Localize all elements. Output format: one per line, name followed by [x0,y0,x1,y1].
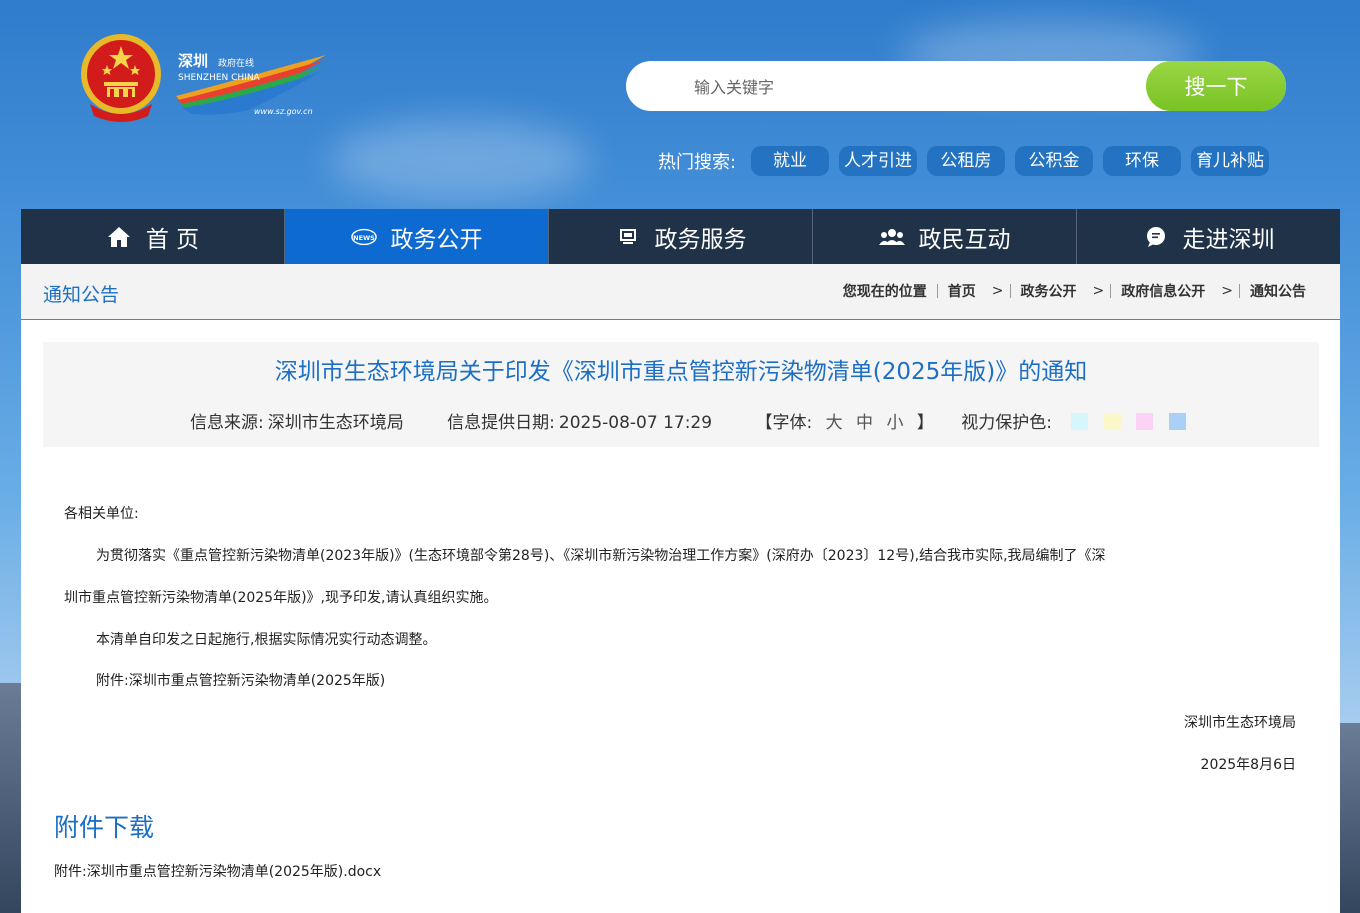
breadcrumb-link-notices[interactable]: 通知公告 [1250,281,1306,301]
sign-date: 2025年8月6日 [1200,757,1296,773]
date-value: 2025-08-07 17:29 [558,413,713,433]
attachment-item: 附件:深圳市重点管控新污染物清单(2025年版).docx [54,861,381,881]
nav-item-home[interactable]: 首 页 [21,209,285,264]
font-size-small[interactable]: 小 [886,413,903,433]
search-input[interactable] [692,61,1136,113]
search-button[interactable]: 搜一下 [1146,61,1286,111]
hot-tag-gongjijin[interactable]: 公积金 [1015,146,1093,176]
attachment-download-link[interactable]: 深圳市重点管控新污染物清单(2025年版).docx [87,864,381,880]
eye-care-label: 视力保护色: [961,413,1052,433]
home-icon [106,224,132,250]
chat-icon [1143,224,1169,250]
cloud-decor [330,120,590,200]
source-value: 深圳市生态环境局 [267,413,404,433]
font-size-label: 【字体: [755,413,813,433]
section-title: 通知公告 [43,284,120,306]
article-meta: 信息来源: 深圳市生态环境局 信息提供日期: 2025-08-07 17:29 【字… [190,408,1186,433]
nav-item-services[interactable]: 政务服务 [549,209,813,264]
nav-item-shenzhen[interactable]: 走进深圳 [1077,209,1340,264]
attachment-prefix: 附件: [54,864,87,880]
eye-color-blue[interactable] [1168,413,1186,430]
search-bar: 搜一下 [626,61,1286,113]
nav-label: 走进深圳 [1182,226,1275,253]
building-decor [1340,723,1360,913]
nav-label: 政务服务 [654,226,747,253]
paragraph-2: 本清单自印发之日起施行,根据实际情况实行动态调整。 [96,632,437,648]
nav-label: 首 页 [145,226,200,253]
hot-search-label: 热门搜索: [658,152,737,173]
breadcrumb: 您现在的位置 首页 > 政务公开 > 政府信息公开 > 通知公告 [842,281,1306,301]
news-icon: NEWS [350,224,377,250]
sz-gov-logo[interactable]: 深圳 政府在线 SHENZHEN CHINA www.sz.gov.cn [176,50,328,120]
breadcrumb-link-info-public[interactable]: 政府信息公开 [1121,281,1205,301]
national-emblem-icon [81,34,161,122]
salutation: 各相关单位: [64,506,139,522]
main-nav: 首 页 NEWS 政务公开 政务服务 政民互动 走进深圳 [21,209,1340,264]
attachment-reference: 附件:深圳市重点管控新污染物清单(2025年版) [96,673,386,689]
article-title: 深圳市生态环境局关于印发《深圳市重点管控新污染物清单(2025年版)》的通知 [274,359,1088,385]
breadcrumb-link-gov-affairs[interactable]: 政务公开 [1021,281,1077,301]
hot-tag-jiuye[interactable]: 就业 [751,146,829,176]
breadcrumb-bar: 通知公告 您现在的位置 首页 > 政务公开 > 政府信息公开 > 通知公告 [21,264,1340,320]
svg-text:www.sz.gov.cn: www.sz.gov.cn [254,107,313,116]
nav-label: 政民互动 [918,226,1011,253]
font-size-large[interactable]: 大 [826,413,843,433]
hot-tag-huanbao[interactable]: 环保 [1103,146,1181,176]
paragraph-1-line-1: 为贯彻落实《重点管控新污染物清单(2023年版)》(生态环境部令第28号)、《深… [96,548,1106,564]
font-size-close: 】 [916,413,934,433]
hot-tag-yuer[interactable]: 育儿补贴 [1191,146,1269,176]
logo-cn-text: 深圳 [178,52,208,70]
monitor-icon [615,224,641,250]
nav-label: 政务公开 [390,226,483,253]
eye-color-cyan[interactable] [1071,413,1089,430]
people-icon [878,224,905,250]
svg-text:SHENZHEN CHINA: SHENZHEN CHINA [178,73,261,83]
main-content: 通知公告 您现在的位置 首页 > 政务公开 > 政府信息公开 > 通知公告 深圳… [21,264,1340,913]
hot-tag-rencai[interactable]: 人才引进 [839,146,917,176]
eye-color-yellow[interactable] [1103,413,1121,430]
nav-item-government-affairs[interactable]: NEWS 政务公开 [285,209,549,264]
svg-text:NEWS: NEWS [353,233,375,241]
nav-item-interaction[interactable]: 政民互动 [813,209,1077,264]
eye-color-pink[interactable] [1136,413,1154,430]
hot-tag-gongzufang[interactable]: 公租房 [927,146,1005,176]
breadcrumb-link-home[interactable]: 首页 [948,281,976,301]
svg-text:政府在线: 政府在线 [218,57,254,69]
paragraph-1-line-2: 圳市重点管控新污染物清单(2025年版)》,现予印发,请认真组织实施。 [64,590,498,606]
rainbow-logo-icon: 深圳 政府在线 SHENZHEN CHINA www.sz.gov.cn [176,52,326,116]
article-header: 深圳市生态环境局关于印发《深圳市重点管控新污染物清单(2025年版)》的通知 信… [43,342,1319,447]
building-decor [0,683,21,913]
source-label: 信息来源: [190,413,264,433]
attachments-title: 附件下载 [54,813,155,842]
date-label: 信息提供日期: [447,413,555,433]
breadcrumb-label: 您现在的位置 [842,284,927,300]
signature: 深圳市生态环境局 [1184,715,1296,731]
font-size-medium[interactable]: 中 [856,413,873,433]
